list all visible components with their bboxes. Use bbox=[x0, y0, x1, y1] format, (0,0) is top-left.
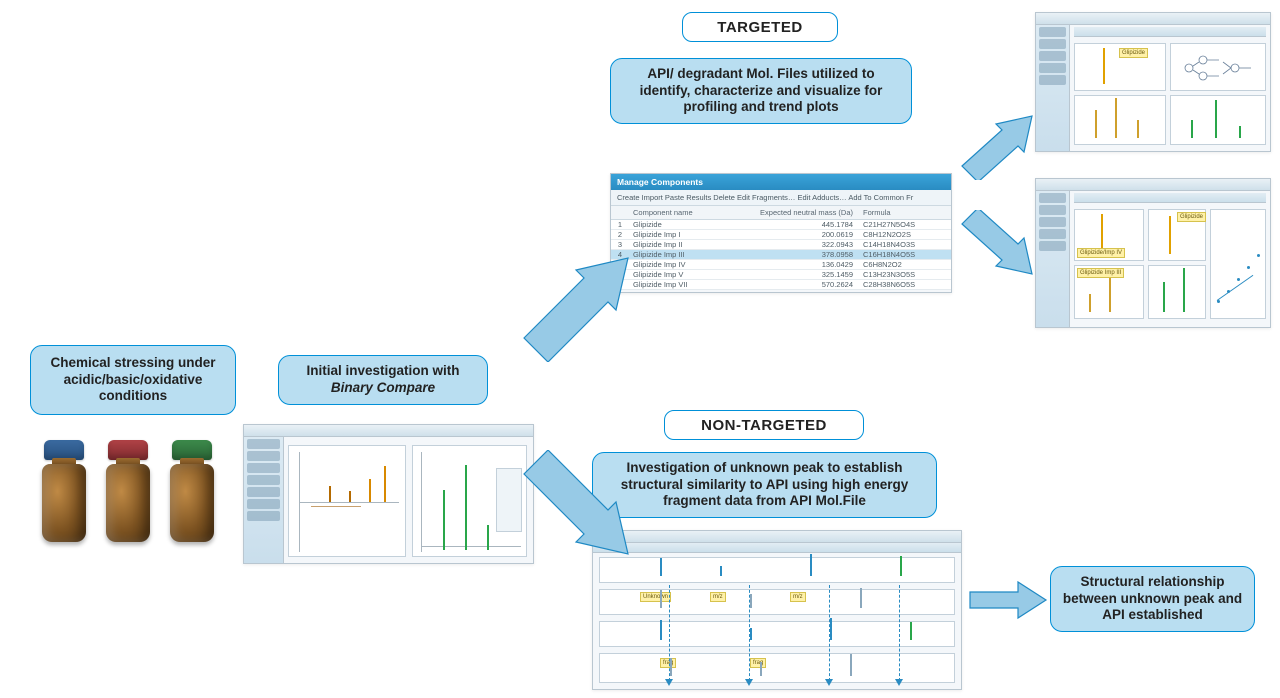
table-row: 5Glipizide Imp IV136.0429C6H8N2O2 bbox=[611, 260, 951, 270]
screenshot-binary-compare bbox=[243, 424, 534, 564]
label-nontargeted: NON-TARGETED bbox=[664, 410, 864, 440]
arrow-table-to-trend-top bbox=[958, 110, 1038, 185]
col-name: Component name bbox=[629, 208, 749, 217]
screenshot-nontargeted-spectra: Unknown m/z m/z frag frag bbox=[592, 530, 962, 690]
screenshot-trend-bottom: Glipizide/Imp IV Glipizide Glipizide Imp… bbox=[1035, 178, 1271, 328]
vial-blue bbox=[38, 440, 90, 545]
label-targeted: TARGETED bbox=[682, 12, 838, 42]
table-row: 6Glipizide Imp V325.1459C13H23N3O5S bbox=[611, 270, 951, 280]
vial-green bbox=[166, 440, 218, 545]
table-head: Component name Expected neutral mass (Da… bbox=[611, 206, 951, 220]
table-toolbar: Create Import Paste Results Delete Edit … bbox=[611, 190, 951, 206]
box-structural-relationship: Structural relationship between unknown … bbox=[1050, 566, 1255, 632]
text-initial-inv: Initial investigation with bbox=[306, 363, 459, 378]
box-initial-investigation: Initial investigation with Binary Compar… bbox=[278, 355, 488, 405]
arrow-to-targeted bbox=[516, 242, 636, 367]
box-chemical-stressing: Chemical stressing under acidic/basic/ox… bbox=[30, 345, 236, 415]
table-row: 2Glipizide Imp I200.0619C8H12N2O2S bbox=[611, 230, 951, 240]
vial-red bbox=[102, 440, 154, 545]
arrow-to-nontargeted bbox=[516, 450, 636, 575]
vials-group bbox=[38, 440, 218, 545]
screenshot-trend-top: Glipizide bbox=[1035, 12, 1271, 152]
col-formula: Formula bbox=[859, 208, 944, 217]
col-mass: Expected neutral mass (Da) bbox=[749, 208, 859, 217]
arrow-table-to-trend-bottom bbox=[958, 210, 1038, 285]
text-binary-compare: Binary Compare bbox=[331, 380, 435, 395]
table-row: 3Glipizide Imp II322.0943C14H18N4O3S bbox=[611, 240, 951, 250]
screenshot-manage-components: Manage Components Create Import Paste Re… bbox=[610, 173, 952, 293]
table-row: 7Glipizide Imp VII570.2624C28H38N6O5S bbox=[611, 280, 951, 290]
tag-imp4: Glipizide/Imp IV bbox=[1077, 248, 1125, 258]
tag-glipizide2: Glipizide bbox=[1177, 212, 1206, 222]
arrow-to-structural-rel bbox=[968, 580, 1048, 625]
box-targeted-desc: API/ degradant Mol. Files utilized to id… bbox=[610, 58, 912, 124]
table-row: 1Glipizide445.1784C21H27N5O4S bbox=[611, 220, 951, 230]
box-nontargeted-desc: Investigation of unknown peak to establi… bbox=[592, 452, 937, 518]
table-row: 4Glipizide Imp III378.0958C16H18N4O5S bbox=[611, 250, 951, 260]
table-title: Manage Components bbox=[611, 174, 951, 190]
molecule-sketch-icon bbox=[1179, 50, 1259, 86]
tag-imp3: Glipizide Imp III bbox=[1077, 268, 1124, 278]
tag-glipizide: Glipizide bbox=[1119, 48, 1148, 58]
tag-unknown: Unknown bbox=[640, 592, 671, 602]
